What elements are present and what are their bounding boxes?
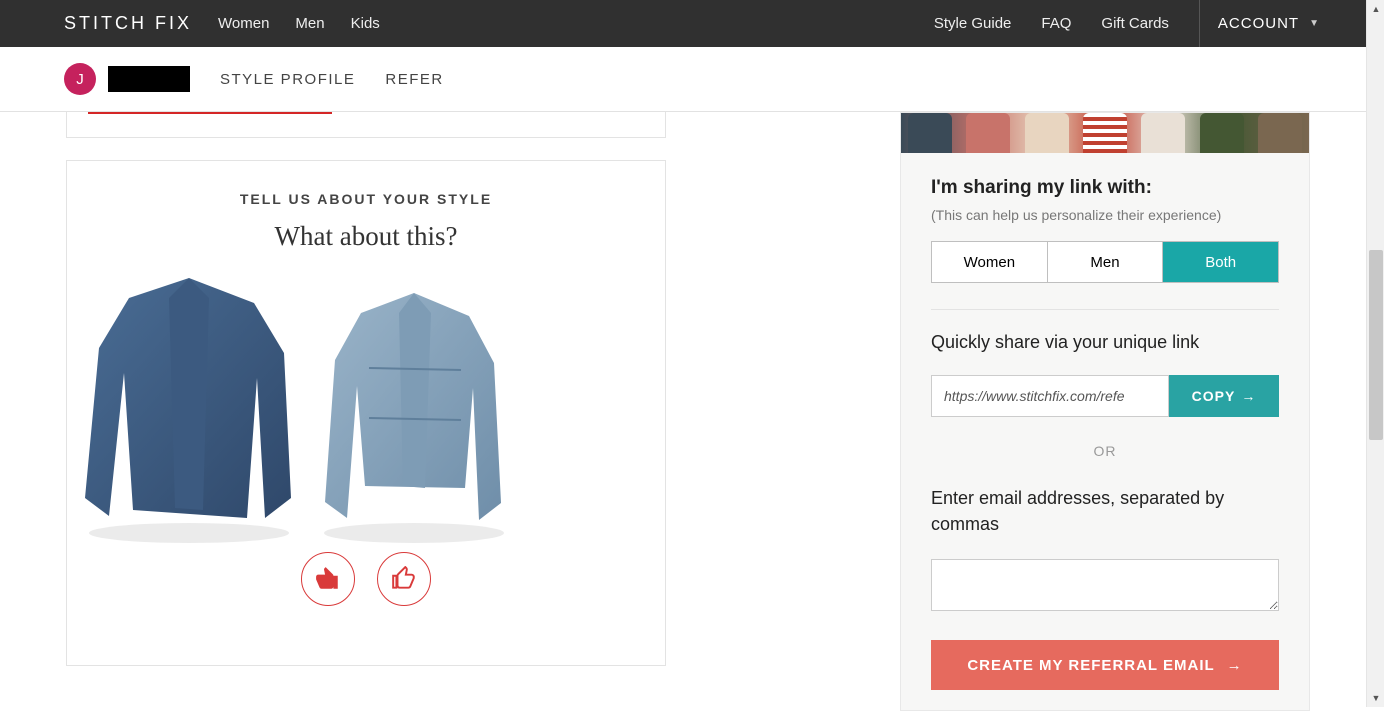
create-referral-label: CREATE MY REFERRAL EMAIL	[967, 657, 1214, 674]
style-vote-buttons	[67, 552, 665, 606]
brand-logo[interactable]: STITCH FIX	[64, 13, 192, 34]
topnav-right: Style Guide FAQ Gift Cards ACCOUNT ▼	[934, 0, 1320, 47]
nav-kids[interactable]: Kids	[351, 15, 380, 32]
copy-label: COPY	[1192, 388, 1236, 404]
denim-jacket-image-2	[309, 278, 519, 548]
thumbs-down-icon	[315, 566, 341, 592]
or-separator: OR	[931, 443, 1279, 459]
denim-jacket-image-1	[69, 258, 309, 548]
email-label: Enter email addresses, separated by comm…	[931, 485, 1279, 537]
nav-men[interactable]: Men	[295, 15, 324, 32]
share-with-sub: (This can help us personalize their expe…	[931, 207, 1279, 223]
subnav-style-profile[interactable]: STYLE PROFILE	[220, 71, 355, 88]
thumbs-down-button[interactable]	[301, 552, 355, 606]
share-with-heading: I'm sharing my link with:	[931, 177, 1279, 199]
nav-account-label: ACCOUNT	[1218, 15, 1299, 32]
thumbs-up-button[interactable]	[377, 552, 431, 606]
topnav-left: STITCH FIX Women Men Kids	[64, 13, 380, 34]
prev-card-red-line	[88, 112, 332, 114]
nav-account-dropdown[interactable]: ACCOUNT ▼	[1199, 0, 1320, 47]
divider	[931, 309, 1279, 310]
create-referral-email-button[interactable]: CREATE MY REFERRAL EMAIL →	[931, 640, 1279, 690]
thumbs-up-icon	[391, 566, 417, 592]
nav-gift-cards[interactable]: Gift Cards	[1101, 15, 1169, 32]
top-navbar: STITCH FIX Women Men Kids Style Guide FA…	[0, 0, 1384, 47]
arrow-right-icon: →	[1241, 388, 1256, 404]
vertical-scrollbar[interactable]: ▲ ▼	[1366, 0, 1384, 707]
subnav-refer[interactable]: REFER	[385, 71, 443, 88]
style-product-images	[67, 258, 665, 548]
quick-share-heading: Quickly share via your unique link	[931, 332, 1279, 353]
avatar[interactable]: J	[64, 63, 96, 95]
prev-card-edge	[66, 112, 666, 138]
nav-style-guide[interactable]: Style Guide	[934, 15, 1012, 32]
scrollbar-thumb[interactable]	[1369, 250, 1383, 440]
copy-button[interactable]: COPY →	[1169, 375, 1279, 417]
segment-women[interactable]: Women	[932, 242, 1048, 282]
nav-faq[interactable]: FAQ	[1041, 15, 1071, 32]
style-question: What about this?	[67, 221, 665, 252]
refer-hero-image	[901, 113, 1309, 153]
segment-men[interactable]: Men	[1048, 242, 1164, 282]
arrow-right-icon: →	[1227, 657, 1243, 674]
refer-panel: I'm sharing my link with: (This can help…	[900, 112, 1310, 711]
referral-link-row: COPY →	[931, 375, 1279, 417]
scroll-down-arrow-icon[interactable]: ▼	[1367, 689, 1384, 707]
scroll-up-arrow-icon[interactable]: ▲	[1367, 0, 1384, 18]
style-quiz-card: TELL US ABOUT YOUR STYLE What about this…	[66, 160, 666, 666]
username-redacted	[108, 66, 190, 92]
sub-navbar: J STYLE PROFILE REFER	[0, 47, 1384, 112]
style-eyebrow: TELL US ABOUT YOUR STYLE	[67, 191, 665, 207]
segment-both[interactable]: Both	[1163, 242, 1278, 282]
page-content: TELL US ABOUT YOUR STYLE What about this…	[0, 112, 1384, 706]
referral-link-input[interactable]	[931, 375, 1169, 417]
caret-down-icon: ▼	[1309, 18, 1320, 29]
share-with-segment: Women Men Both	[931, 241, 1279, 283]
email-addresses-input[interactable]	[931, 559, 1279, 611]
nav-women[interactable]: Women	[218, 15, 269, 32]
